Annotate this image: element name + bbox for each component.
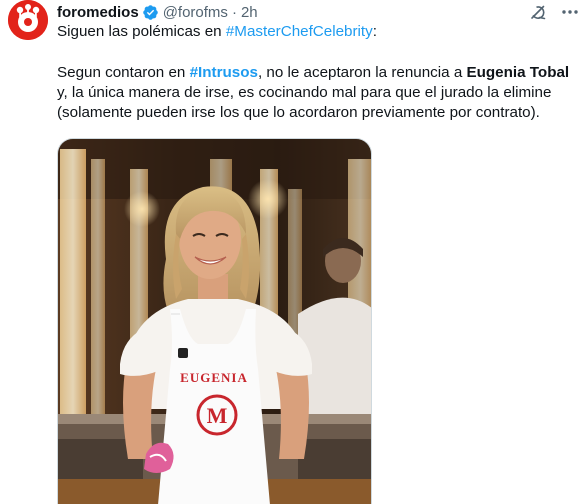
author-display-name[interactable]: foromedios (57, 4, 139, 21)
tweet-paragraph-2: Segun contaron en #Intrusos, no le acept… (57, 63, 579, 123)
tweet-text: Siguen las polémicas en #MasterChefCeleb… (57, 22, 579, 123)
tweet-text-segment: : (372, 23, 377, 40)
grok-icon[interactable] (528, 2, 548, 22)
author-handle[interactable]: @forofms (163, 4, 228, 21)
tweet[interactable]: foromedios @forofms · 2h Siguen las polé… (0, 0, 586, 504)
tweet-text-segment: , no le aceptaron la renuncia a (257, 64, 467, 81)
tweet-timestamp[interactable]: 2h (241, 4, 258, 21)
tweet-text-segment: Siguen las polémicas en (57, 23, 226, 40)
tweet-paragraph-1: Siguen las polémicas en #MasterChefCeleb… (57, 22, 579, 42)
hashtag-masterchefcelebrity[interactable]: #MasterChefCelebrity (226, 23, 373, 40)
tweet-photo[interactable]: EUGENIA M (57, 138, 372, 504)
verified-badge-icon (142, 4, 159, 21)
apron-logo-text: M (207, 403, 228, 428)
tweet-text-segment: y, la única manera de irse, es cocinando… (57, 84, 552, 121)
tweet-text-segment: Segun contaron en (57, 64, 190, 81)
bold-name: Eugenia Tobal (466, 64, 570, 81)
apron-name-text: EUGENIA (180, 370, 248, 385)
hashtag-intrusos[interactable]: #Intrusos (190, 64, 258, 81)
tweet-header: foromedios @forofms · 2h (57, 2, 258, 22)
forofms-logo-icon[interactable] (8, 0, 48, 40)
more-options-icon[interactable] (560, 2, 580, 22)
header-separator: · (231, 3, 237, 21)
